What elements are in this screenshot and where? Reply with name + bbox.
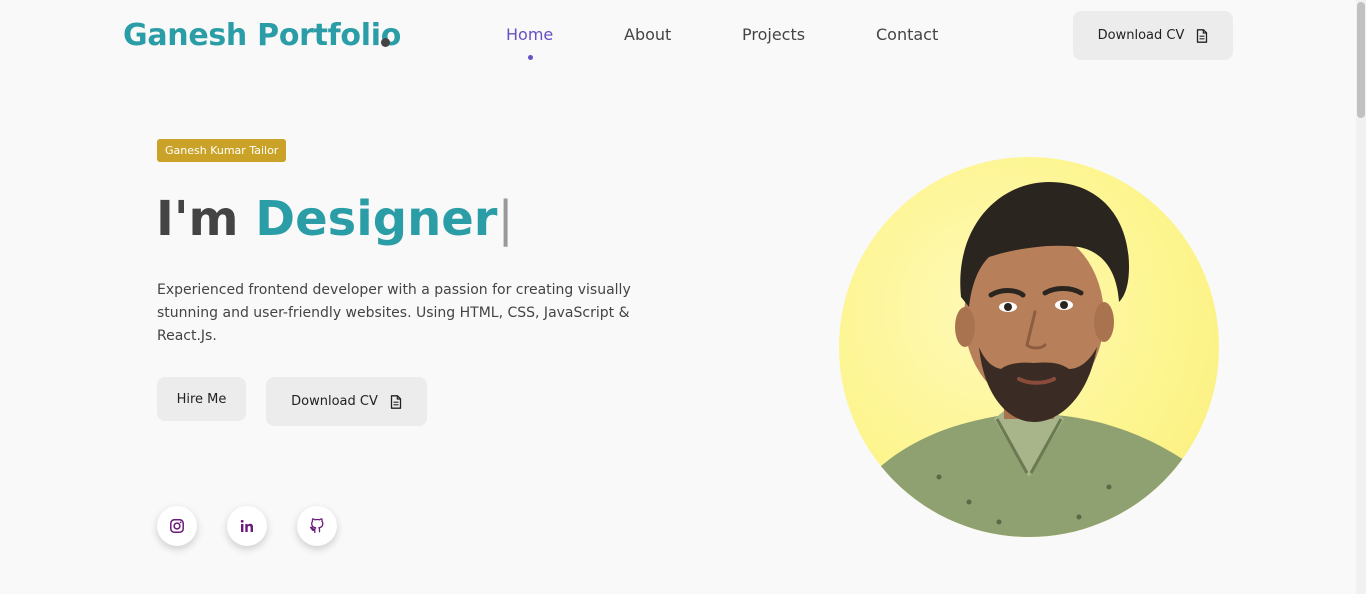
- profile-photo-illustration: [839, 182, 1219, 537]
- instagram-icon: [170, 519, 184, 533]
- portfolio-page: Ganesh Portfolio Home About Projects Con…: [0, 0, 1366, 594]
- site-logo[interactable]: Ganesh Portfolio: [123, 16, 401, 56]
- hire-me-label: Hire Me: [176, 391, 227, 407]
- document-icon: [390, 394, 402, 409]
- header-download-cv-button[interactable]: Download CV: [1073, 11, 1233, 60]
- profile-photo: [839, 157, 1219, 537]
- nav-item-contact[interactable]: Contact: [876, 24, 938, 46]
- nav-item-projects[interactable]: Projects: [742, 24, 805, 46]
- name-badge: Ganesh Kumar Tailor: [157, 139, 287, 162]
- header-download-cv-label: Download CV: [1097, 28, 1185, 43]
- github-link[interactable]: [297, 506, 337, 546]
- hero-headline: I'm Designer|: [156, 186, 514, 252]
- headline-role: Designer: [255, 191, 498, 247]
- scrollbar-thumb[interactable]: [1357, 2, 1365, 118]
- headline-prefix: I'm: [156, 191, 256, 247]
- nav-item-about[interactable]: About: [624, 24, 671, 46]
- hero-download-cv-button[interactable]: Download CV: [266, 377, 427, 426]
- logo-dot: [381, 38, 390, 47]
- document-icon: [1197, 28, 1208, 43]
- linkedin-link[interactable]: [227, 506, 267, 546]
- page-scrollbar[interactable]: [1356, 0, 1366, 594]
- nav-active-indicator: [528, 55, 533, 60]
- linkedin-icon: [240, 519, 253, 532]
- nav-item-home[interactable]: Home: [506, 24, 553, 46]
- instagram-link[interactable]: [157, 506, 197, 546]
- github-icon: [309, 518, 324, 534]
- hire-me-button[interactable]: Hire Me: [157, 377, 246, 421]
- typing-cursor: |: [497, 191, 514, 247]
- hero-description: Experienced frontend developer with a pa…: [157, 282, 631, 344]
- hero-download-cv-label: Download CV: [291, 394, 378, 409]
